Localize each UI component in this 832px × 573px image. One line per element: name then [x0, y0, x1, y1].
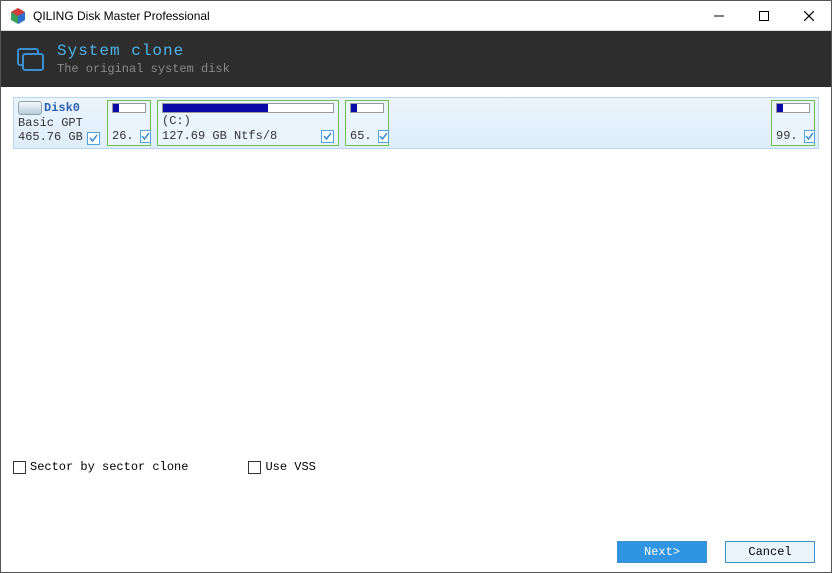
partition-usage-bar: [350, 103, 384, 113]
maximize-button[interactable]: [741, 1, 786, 30]
disk-type: Basic GPT: [18, 116, 100, 130]
clone-options: Sector by sector clone Use VSS: [13, 460, 316, 474]
partition-info: 65.: [350, 129, 374, 143]
cancel-button[interactable]: Cancel: [725, 541, 815, 563]
page-title: System clone: [57, 42, 230, 60]
partition-checkbox[interactable]: [140, 130, 151, 143]
disk-checkbox[interactable]: [87, 132, 100, 145]
partition-1[interactable]: (C:)127.69 GB Ntfs/8: [157, 100, 339, 146]
partition-info: 99.: [776, 129, 800, 143]
partition-3[interactable]: 99.: [771, 100, 815, 146]
partition-usage-bar: [112, 103, 146, 113]
use-vss-option[interactable]: Use VSS: [248, 460, 315, 474]
page-subtitle: The original system disk: [57, 62, 230, 76]
page-header: System clone The original system disk: [1, 31, 831, 87]
app-logo-icon: [9, 7, 27, 25]
partition-2[interactable]: 65.: [345, 100, 389, 146]
close-button[interactable]: [786, 1, 831, 30]
titlebar: QILING Disk Master Professional: [1, 1, 831, 31]
use-vss-checkbox[interactable]: [248, 461, 261, 474]
partitions-container: 26. (C:)127.69 GB Ntfs/8 65. 99.: [104, 98, 818, 148]
sector-clone-label: Sector by sector clone: [30, 460, 188, 474]
disk-info[interactable]: Disk0 Basic GPT 465.76 GB: [14, 98, 104, 148]
disk-name: Disk0: [44, 101, 80, 115]
minimize-button[interactable]: [696, 1, 741, 30]
partition-label: (C:): [162, 114, 334, 128]
disk-row[interactable]: Disk0 Basic GPT 465.76 GB 26. (C:)127.69 …: [13, 97, 819, 149]
partition-0[interactable]: 26.: [107, 100, 151, 146]
partition-info: 26.: [112, 129, 136, 143]
app-title: QILING Disk Master Professional: [33, 9, 696, 23]
use-vss-label: Use VSS: [265, 460, 315, 474]
partition-usage-bar: [162, 103, 334, 113]
disk-icon: [18, 101, 42, 115]
partition-info: 127.69 GB Ntfs/8: [162, 129, 277, 143]
partition-checkbox[interactable]: [804, 130, 815, 143]
partition-checkbox[interactable]: [321, 130, 334, 143]
next-button[interactable]: Next>: [617, 541, 707, 563]
sector-clone-option[interactable]: Sector by sector clone: [13, 460, 188, 474]
partition-usage-bar: [776, 103, 810, 113]
main-area: Disk0 Basic GPT 465.76 GB 26. (C:)127.69 …: [1, 87, 831, 532]
sector-clone-checkbox[interactable]: [13, 461, 26, 474]
system-clone-icon: [15, 44, 45, 74]
footer: Next> Cancel: [1, 532, 831, 572]
window-controls: [696, 1, 831, 30]
app-window: QILING Disk Master Professional System c…: [0, 0, 832, 573]
partition-checkbox[interactable]: [378, 130, 389, 143]
